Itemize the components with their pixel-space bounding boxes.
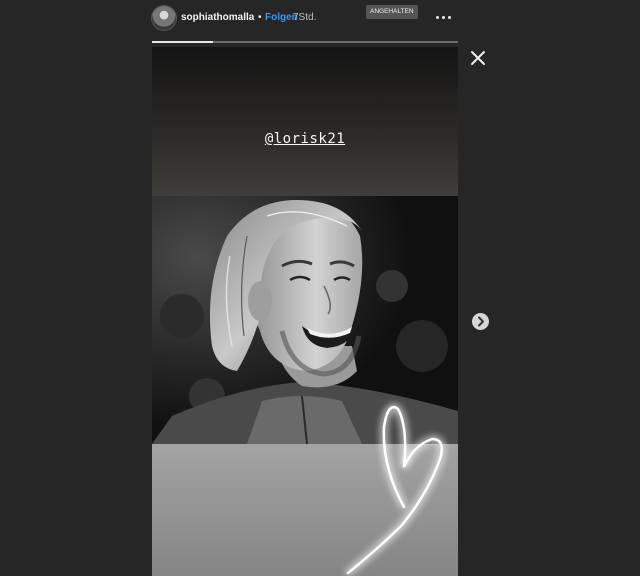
story-progress-bar <box>152 41 458 43</box>
story-header: sophiathomalla • Folgen 7Std. ANGEHALTEN <box>152 5 458 32</box>
paused-badge: ANGEHALTEN <box>366 5 418 19</box>
story-bottom-panel <box>152 444 458 576</box>
post-time: 7Std. <box>293 12 317 23</box>
story-photo <box>152 196 458 444</box>
separator-dot: • <box>258 12 262 23</box>
avatar[interactable] <box>152 6 176 30</box>
username[interactable]: sophiathomalla <box>181 12 254 23</box>
story-viewer[interactable]: @lorisk21 <box>152 47 458 576</box>
mention-tag[interactable]: @lorisk21 <box>152 131 458 147</box>
close-icon[interactable] <box>469 49 487 67</box>
chevron-right-icon <box>478 316 484 327</box>
more-options-icon[interactable] <box>435 9 451 25</box>
story-progress-fill <box>152 41 214 43</box>
story-text-panel: @lorisk21 <box>152 47 458 196</box>
next-story-button[interactable] <box>472 313 489 330</box>
